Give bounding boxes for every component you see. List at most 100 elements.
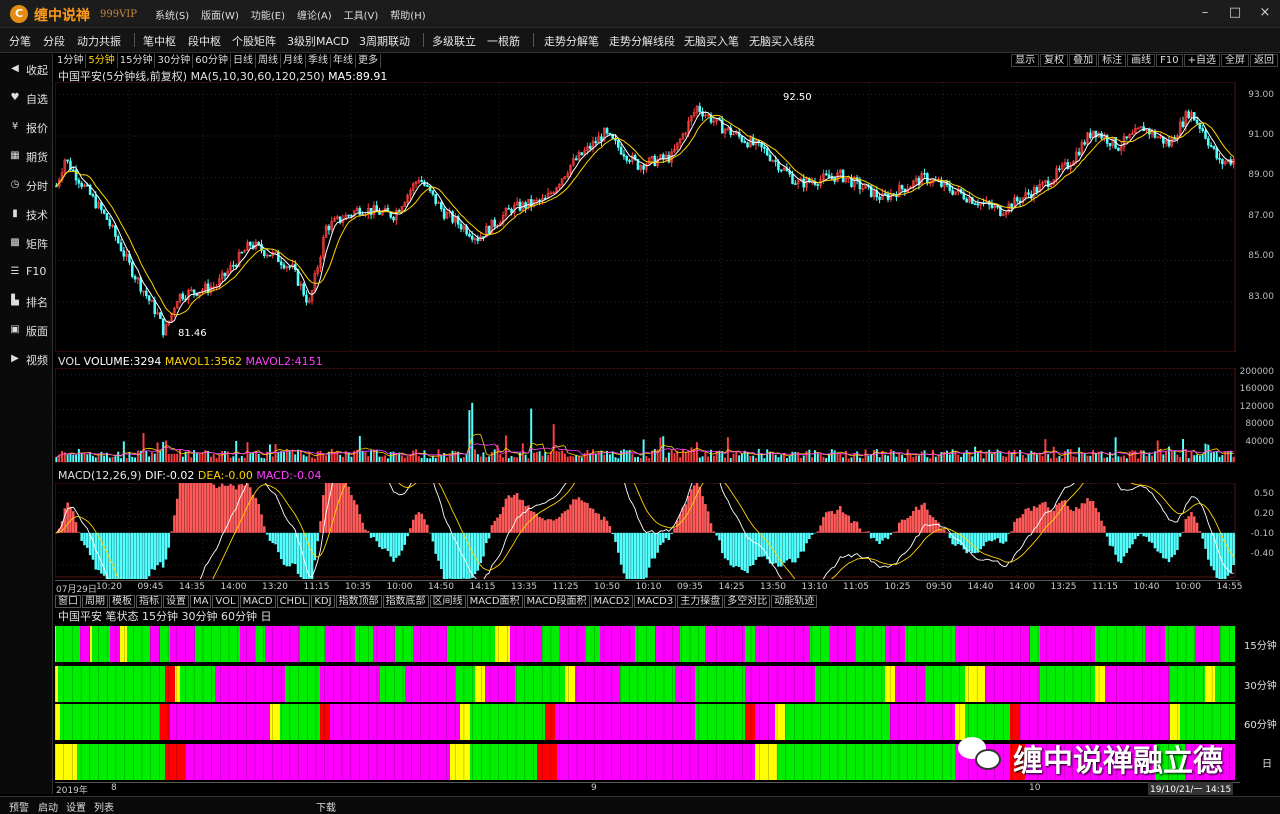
macd-histogram-bar (350, 494, 353, 533)
status-start[interactable]: 启动 (38, 799, 58, 814)
sidebar-item-video[interactable]: ▶ 视频 (0, 349, 52, 371)
indicator-tab[interactable]: 区间线 (429, 595, 466, 608)
indicator-tab[interactable]: 指数底部 (382, 595, 429, 608)
menu-help[interactable]: 帮助(H) (390, 7, 425, 22)
indicator-tab[interactable]: MACD面积 (466, 595, 523, 608)
close-icon[interactable]: × (1250, 0, 1280, 26)
tab-weekly[interactable]: 周线 (256, 54, 281, 68)
sidebar-item-quotes[interactable]: ¥ 报价 (0, 117, 52, 139)
indicator-tab[interactable]: 动能轨迹 (771, 595, 818, 608)
tab-30min[interactable]: 30分钟 (155, 54, 194, 68)
sidebar-item-futures[interactable]: ▦ 期货 (0, 146, 52, 168)
indicator-tab[interactable]: 指数顶部 (335, 595, 382, 608)
indicator-tab[interactable]: CHDL (276, 595, 311, 608)
indicator-tab[interactable]: MA (190, 595, 212, 608)
toolbar-bi-pivot[interactable]: 笔中枢 (143, 33, 176, 49)
state-segment (830, 626, 855, 662)
indicator-tab[interactable]: 主力操盘 (677, 595, 724, 608)
toolbar-multilevel[interactable]: 多级联立 (432, 33, 476, 49)
app-logo-icon: C (10, 5, 28, 23)
tab-5min[interactable]: 5分钟 (86, 54, 118, 68)
minimize-icon[interactable]: – (1190, 0, 1220, 26)
macd-histogram-bar (260, 514, 263, 533)
status-list[interactable]: 列表 (94, 799, 114, 814)
status-alert[interactable]: 预警 (9, 799, 29, 814)
toolbar-buy-segment[interactable]: 无脑买入线段 (749, 33, 815, 49)
document-icon: ☰ (10, 266, 20, 277)
indicator-tab[interactable]: VOL (212, 595, 239, 608)
toolbar-fenbi[interactable]: 分笔 (9, 33, 31, 49)
fullscreen-button[interactable]: 全屏 (1221, 54, 1249, 67)
indicator-tab[interactable]: 模板 (109, 595, 135, 608)
back-button[interactable]: 返回 (1250, 54, 1278, 67)
menu-chan-theory[interactable]: 缠论(A) (297, 7, 332, 22)
sidebar-item-watchlist[interactable]: ♥ 自选 (0, 88, 52, 110)
annotate-button[interactable]: 标注 (1098, 54, 1127, 67)
toolbar-3level-macd[interactable]: 3级别MACD (287, 33, 349, 49)
sidebar-item-matrix[interactable]: ▩ 矩阵 (0, 233, 52, 255)
sidebar-item-ranking[interactable]: ▙ 排名 (0, 291, 52, 313)
toolbar-momentum-resonance[interactable]: 动力共振 (77, 33, 121, 49)
period-tabs: 1分钟 5分钟 15分钟 30分钟 60分钟 日线 周线 月线 季线 年线 更多 (55, 54, 381, 68)
indicator-tab[interactable]: MACD3 (633, 595, 677, 608)
indicator-tab[interactable]: 指标 (136, 595, 162, 608)
volume-bar (931, 449, 934, 462)
toolbar-fenduan[interactable]: 分段 (43, 33, 65, 49)
add-watchlist-button[interactable]: +自选 (1183, 54, 1220, 67)
menu-tools[interactable]: 工具(V) (344, 7, 379, 22)
tab-1min[interactable]: 1分钟 (55, 54, 87, 68)
maximize-icon[interactable]: □ (1220, 0, 1250, 26)
sidebar-item-technical[interactable]: ▮ 技术 (0, 204, 52, 226)
status-settings[interactable]: 设置 (66, 799, 86, 814)
volume-bar (569, 455, 572, 462)
volume-bar (1027, 454, 1030, 462)
toolbar-trend-bi[interactable]: 走势分解笔 (544, 33, 599, 49)
toolbar-trend-segment[interactable]: 走势分解线段 (609, 33, 675, 49)
indicator-tab[interactable]: MACD (239, 595, 276, 608)
indicator-tab[interactable]: 周期 (82, 595, 108, 608)
f10-button[interactable]: F10 (1156, 54, 1183, 67)
state-segment (460, 704, 470, 740)
indicator-tab[interactable]: 多空对比 (724, 595, 771, 608)
status-download[interactable]: 下载 (316, 799, 336, 814)
macd-histogram-bar (279, 532, 283, 559)
adjust-button[interactable]: 复权 (1040, 54, 1069, 67)
volume-bar (223, 451, 226, 462)
menu-function[interactable]: 功能(E) (251, 7, 285, 22)
sidebar-item-collapse[interactable]: ◀ 收起 (0, 59, 52, 81)
candle-body (347, 214, 350, 217)
state-segment (555, 704, 695, 740)
tab-15min[interactable]: 15分钟 (118, 54, 156, 68)
indicator-tab[interactable]: KDJ (311, 595, 335, 608)
volume-bar (240, 456, 243, 462)
macd-histogram-bar (100, 532, 103, 574)
tab-yearly[interactable]: 年线 (331, 54, 356, 68)
sidebar-item-layout[interactable]: ▣ 版面 (0, 320, 52, 342)
sidebar-item-f10[interactable]: ☰ F10 (0, 262, 52, 284)
toolbar-buy-bi[interactable]: 无脑买入笔 (684, 33, 739, 49)
indicator-tab[interactable]: 设置 (163, 595, 189, 608)
draw-button[interactable]: 画线 (1127, 54, 1156, 67)
volume-bar (431, 456, 434, 462)
indicator-tab[interactable]: MACD2 (590, 595, 633, 608)
macd-histogram-bar (923, 502, 926, 533)
toolbar-one-line[interactable]: 一根筋 (487, 33, 520, 49)
tab-monthly[interactable]: 月线 (281, 54, 306, 68)
toolbar-stock-matrix[interactable]: 个股矩阵 (232, 33, 276, 49)
state-segment (810, 626, 830, 662)
overlay-button[interactable]: 叠加 (1069, 54, 1098, 67)
candle-body (622, 153, 626, 157)
tab-more[interactable]: 更多 (356, 54, 381, 68)
indicator-tab[interactable]: MACD段面积 (523, 595, 590, 608)
tab-60min[interactable]: 60分钟 (193, 54, 231, 68)
sidebar-item-intraday[interactable]: ◷ 分时 (0, 175, 52, 197)
tab-daily[interactable]: 日线 (231, 54, 256, 68)
toolbar-segment-pivot[interactable]: 段中枢 (188, 33, 221, 49)
tab-quarterly[interactable]: 季线 (306, 54, 331, 68)
menu-layout[interactable]: 版面(W) (201, 7, 239, 22)
display-button[interactable]: 显示 (1011, 54, 1040, 67)
toolbar-3period-link[interactable]: 3周期联动 (359, 33, 410, 49)
macd-histogram-bar (1027, 507, 1030, 533)
menu-system[interactable]: 系统(S) (155, 7, 189, 22)
indicator-tab[interactable]: 窗口 (55, 595, 81, 608)
